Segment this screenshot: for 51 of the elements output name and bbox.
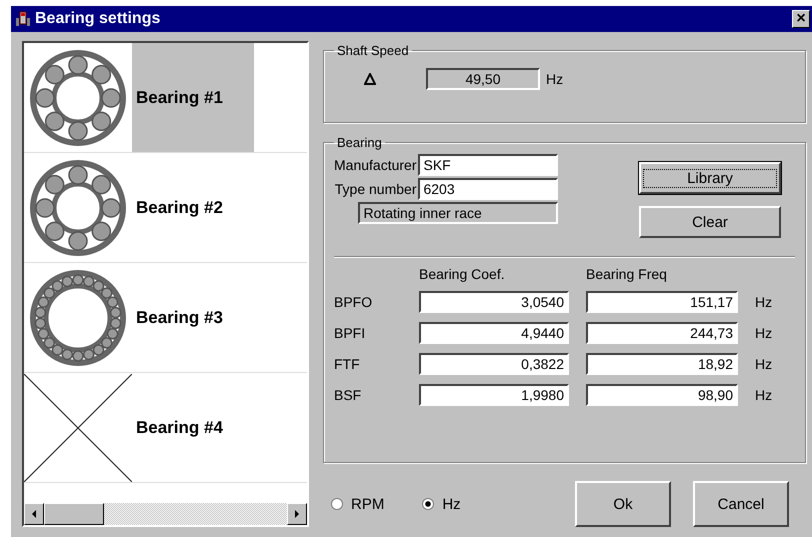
unit-radio[interactable]: Hz [422, 496, 461, 512]
speed-field: 49,50 [426, 68, 540, 90]
cross-icon [24, 374, 132, 482]
scroll-thumb[interactable] [44, 503, 104, 525]
bearing-item[interactable]: Bearing #1 [132, 43, 254, 152]
unit-label: Hz [755, 294, 774, 310]
coefficient-field[interactable]: 4,9440 [419, 322, 569, 344]
group-title: Bearing [336, 135, 383, 150]
row-label: BPFO [334, 294, 374, 310]
row-label: FTF [334, 356, 361, 372]
group-title: Shaft Speed [336, 43, 410, 58]
bearing-icon [28, 268, 128, 368]
type-number-field[interactable]: 6203 [418, 178, 558, 200]
race-field: Rotating inner race [358, 202, 558, 224]
bearing-icon [28, 48, 128, 148]
field-label: Type number [334, 181, 416, 197]
frequency-field[interactable]: 151,17 [586, 291, 738, 313]
unit-label: Hz [546, 71, 564, 87]
unit-label: Hz [755, 325, 774, 341]
bearing-icon [28, 158, 128, 258]
row-label: BPFI [334, 325, 366, 341]
column-header: Bearing Coef. [419, 266, 506, 282]
scroll-right-button[interactable] [287, 503, 307, 525]
row-label: BSF [334, 387, 362, 403]
dialog-button[interactable]: Ok [575, 481, 671, 527]
close-button[interactable]: × [792, 10, 810, 28]
bearing-item[interactable]: Bearing #2 [132, 153, 254, 262]
triangle-icon [364, 73, 376, 85]
unit-label: Hz [755, 387, 774, 403]
coefficient-field[interactable]: 1,9980 [419, 384, 569, 406]
unit-radio[interactable]: RPM [331, 496, 384, 512]
coefficient-field[interactable]: 0,3822 [419, 353, 569, 375]
scrollbar[interactable] [24, 503, 307, 525]
column-header: Bearing Freq [586, 266, 668, 282]
manufacturer-field[interactable]: SKF [418, 154, 558, 176]
app-icon [15, 11, 31, 27]
scroll-left-button[interactable] [24, 503, 44, 525]
unit-label: Hz [755, 356, 774, 372]
window-title: Bearing settings [35, 10, 162, 28]
bearing-item[interactable]: Bearing #4 [132, 373, 254, 482]
dialog-button[interactable]: Cancel [693, 481, 789, 527]
field-label: Manufacturer [334, 157, 416, 173]
dialog-button[interactable]: Library [639, 162, 781, 194]
dialog-button[interactable]: Clear [639, 206, 781, 238]
left-arrow-icon [31, 510, 37, 518]
coefficient-field[interactable]: 3,0540 [419, 291, 569, 313]
frequency-field[interactable]: 18,92 [586, 353, 738, 375]
frequency-field[interactable]: 98,90 [586, 384, 738, 406]
frequency-field[interactable]: 244,73 [586, 322, 738, 344]
right-arrow-icon [294, 510, 300, 518]
bearing-item[interactable]: Bearing #3 [132, 263, 254, 372]
